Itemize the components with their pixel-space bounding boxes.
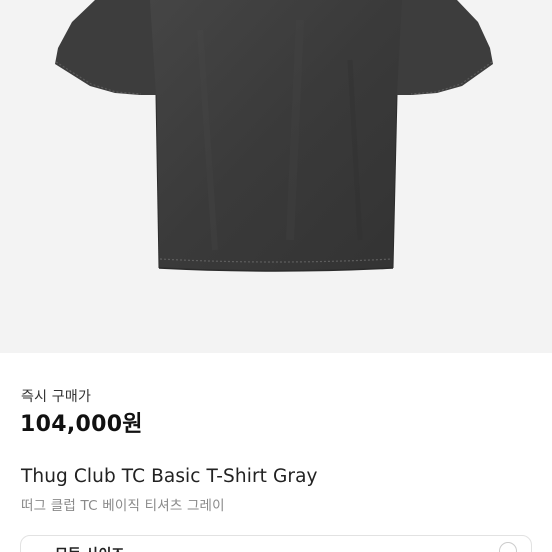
product-info: 즉시 구매가 104,000원 Thug Club TC Basic T-Shi… — [0, 353, 552, 552]
product-subtitle: 떠그 클럽 TC 베이직 티셔츠 그레이 — [21, 498, 225, 514]
product-title: Thug Club TC Basic T-Shirt Gray — [21, 466, 318, 487]
price: 104,000원 — [20, 412, 143, 437]
size-selector[interactable]: 모든 사이즈 — [20, 535, 532, 552]
tshirt-image — [55, 0, 493, 272]
price-label: 즉시 구매가 — [21, 389, 92, 405]
product-image[interactable] — [0, 0, 552, 353]
size-selector-label: 모든 사이즈 — [55, 544, 124, 552]
chevron-down-icon — [499, 542, 517, 552]
